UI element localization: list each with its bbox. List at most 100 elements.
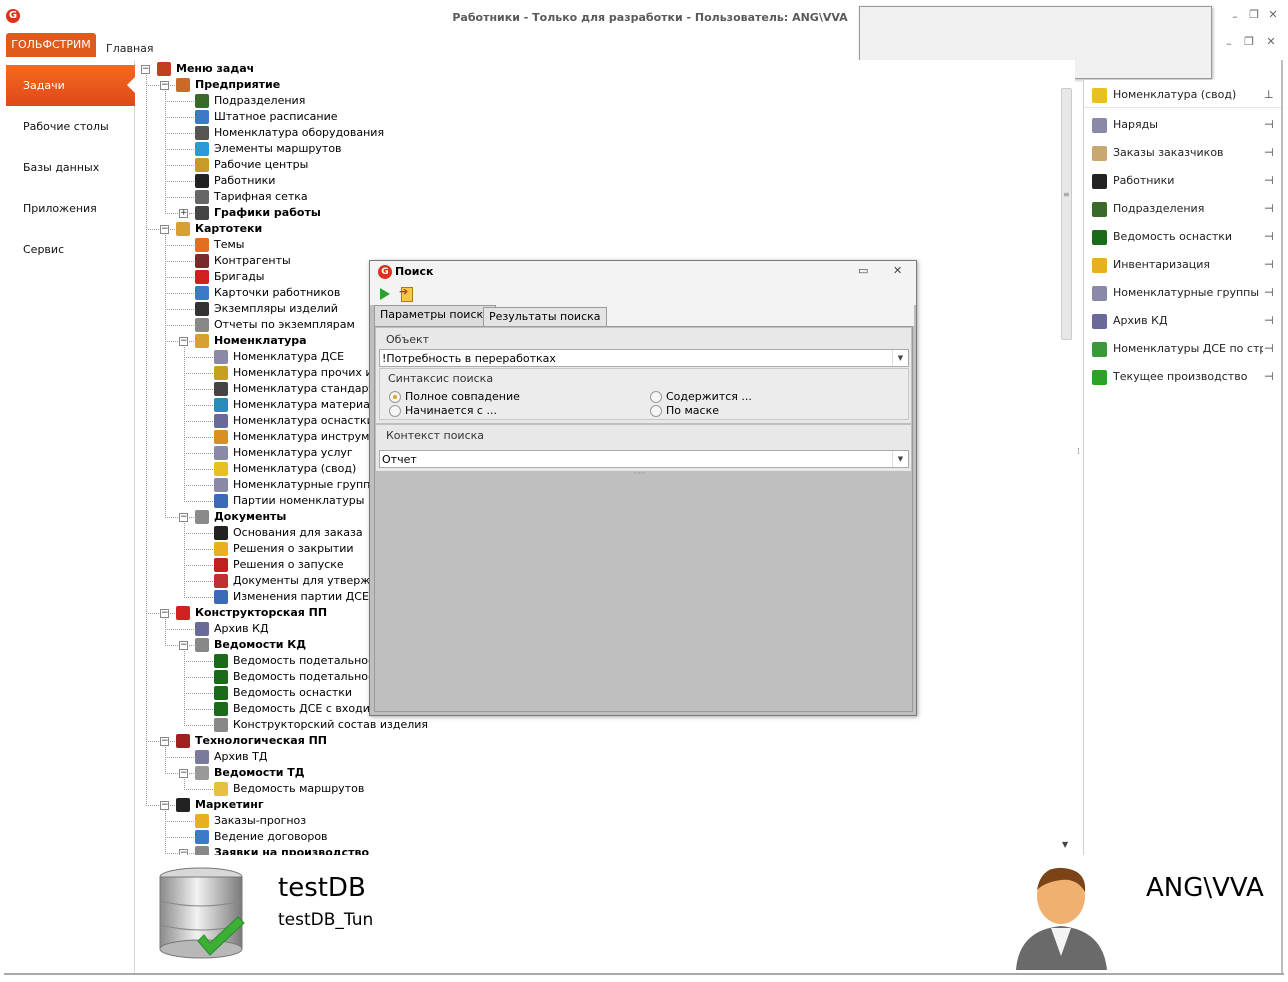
radio-contains-icon[interactable] [650,391,662,403]
object-select[interactable]: !Потребность в переработках ▼ [379,349,909,367]
database-alias: testDB_Tun [278,910,374,930]
nav-item-databases[interactable]: Базы данных [6,147,135,188]
nav-item-service[interactable]: Сервис [6,229,135,270]
nav-item-applications[interactable]: Приложения [6,188,135,229]
statement-icon [214,702,228,716]
tree-node[interactable]: Номенклатура оборудования [136,125,1058,141]
tree-node[interactable]: Ведение договоров [136,829,1058,845]
favorite-item[interactable]: Подразделения ⊣ [1084,196,1282,222]
favorite-item[interactable]: Архив КД ⊣ [1084,308,1282,334]
tree-node[interactable]: + Графики работы [136,205,1058,221]
tree-connector [184,549,213,550]
tree-node[interactable]: − Маркетинг [136,797,1058,813]
restore-icon[interactable]: ❐ [1247,9,1261,21]
collapse-icon[interactable]: − [160,801,169,810]
collapse-icon[interactable]: − [160,81,169,90]
chevron-down-icon[interactable]: ▼ [892,451,908,467]
expand-icon[interactable]: + [179,209,188,218]
object-caption: Объект [386,333,430,346]
tree-node[interactable]: − Предприятие [136,77,1058,93]
dialog-minimize-icon[interactable]: ▭ [858,264,868,277]
tree-node[interactable]: Работники [136,173,1058,189]
collapse-icon[interactable]: − [179,337,188,346]
tree-node[interactable]: − Ведомости ТД [136,765,1058,781]
tree-node[interactable]: Заказы-прогноз [136,813,1058,829]
pin-icon[interactable]: ⊣ [1264,140,1274,166]
inner-close-icon[interactable]: ✕ [1264,36,1278,48]
tree-node[interactable]: Тарифная сетка [136,189,1058,205]
favorite-item[interactable]: Работники ⊣ [1084,168,1282,194]
panel-splitter[interactable]: ⁞ [1077,448,1081,457]
collapse-icon[interactable]: − [179,513,188,522]
tree-node[interactable]: Конструкторский состав изделия [136,717,1058,733]
pin-icon[interactable]: ⊣ [1264,252,1274,278]
left-navigation: Задачи Рабочие столы Базы данных Приложе… [6,60,135,973]
context-select[interactable]: Отчет ▼ [379,450,909,468]
pin-icon[interactable]: ⊥ [1264,82,1274,108]
inner-minimize-icon[interactable]: – [1222,38,1236,50]
resize-grip-icon[interactable]: ····· [633,469,646,478]
collapse-icon[interactable]: − [160,609,169,618]
collapse-icon[interactable]: − [179,769,188,778]
run-search-button[interactable] [378,286,392,302]
radio-starts-icon[interactable] [389,405,401,417]
radio-exact-icon[interactable] [389,391,401,403]
pin-icon[interactable]: ⊣ [1264,168,1274,194]
tree-node[interactable]: − Картотеки [136,221,1058,237]
minimize-icon[interactable]: – [1228,11,1242,23]
tree-node[interactable]: Ведомость маршрутов [136,781,1058,797]
pin-icon[interactable]: ⊣ [1264,112,1274,138]
pin-icon[interactable]: ⊣ [1264,280,1274,306]
tree-node[interactable]: − Технологическая ПП [136,733,1058,749]
tree-scrollbar[interactable]: ≡ ▼ [1058,60,1075,855]
scroll-down-icon[interactable]: ▼ [1062,840,1068,849]
nav-item-desktops[interactable]: Рабочие столы [6,106,135,147]
pin-icon[interactable]: ⊣ [1264,364,1274,390]
tab-golfstream[interactable]: ГОЛЬФСТРИМ [6,33,96,57]
tree-node[interactable]: Рабочие центры [136,157,1058,173]
favorite-item[interactable]: Номенклатурные группы ⊣ [1084,280,1282,306]
tab-main[interactable]: Главная [106,37,166,61]
tree-node[interactable]: Штатное расписание [136,109,1058,125]
pin-icon[interactable]: ⊣ [1264,336,1274,362]
dialog-close-icon[interactable]: ✕ [893,264,902,277]
dialog-title-bar[interactable]: G Поиск ▭ ✕ [370,261,916,283]
tree-connector [165,837,194,838]
tree-node[interactable]: Архив ТД [136,749,1058,765]
tree-node[interactable]: Темы [136,237,1058,253]
radio-mask-icon[interactable] [650,405,662,417]
chevron-down-icon[interactable]: ▼ [892,350,908,366]
nav-item-tasks[interactable]: Задачи [6,65,135,106]
pin-icon[interactable]: ⊣ [1264,308,1274,334]
favorite-item[interactable]: Ведомость оснастки ⊣ [1084,224,1282,250]
close-icon[interactable]: ✕ [1266,9,1280,21]
favorite-item[interactable]: Заказы заказчиков ⊣ [1084,140,1282,166]
pin-icon[interactable]: ⊣ [1264,224,1274,250]
tab-search-results[interactable]: Результаты поиска [483,307,607,326]
tree-node[interactable]: Элементы маршрутов [136,141,1058,157]
scrollbar-thumb[interactable] [1061,88,1072,340]
tree-node[interactable]: − Меню задач [136,61,1058,77]
product-instances-icon [195,302,209,316]
object-select-value: !Потребность в переработках [382,352,556,365]
tab-search-params[interactable]: Параметры поиска [374,305,496,326]
collapse-icon[interactable]: − [160,737,169,746]
collapse-icon[interactable]: − [160,225,169,234]
collapse-icon[interactable]: − [141,65,150,74]
tree-node[interactable]: − Заявки на производство [136,845,1058,855]
tree-node-label: Решения о запуске [233,558,344,571]
inner-restore-icon[interactable]: ❐ [1242,36,1256,48]
tree-node-label: Ведомость маршрутов [233,782,365,795]
favorite-item[interactable]: Наряды ⊣ [1084,112,1282,138]
exit-dialog-button[interactable] [398,285,416,302]
favorite-item[interactable]: Номенклатуры ДСЕ по страховому запасу⊣ [1084,336,1282,362]
pin-icon[interactable]: ⊣ [1264,196,1274,222]
favorite-item[interactable]: Номенклатура (свод) ⊥ [1084,82,1282,108]
collapse-icon[interactable]: − [179,641,188,650]
tree-node[interactable]: Подразделения [136,93,1058,109]
favorite-item[interactable]: Инвентаризация ⊣ [1084,252,1282,278]
database-connected-icon [159,867,245,959]
tree-connector [165,325,194,326]
favorite-item[interactable]: Текущее производство ⊣ [1084,364,1282,390]
tree-node-label: Изменения партии ДСЕ [233,590,369,603]
